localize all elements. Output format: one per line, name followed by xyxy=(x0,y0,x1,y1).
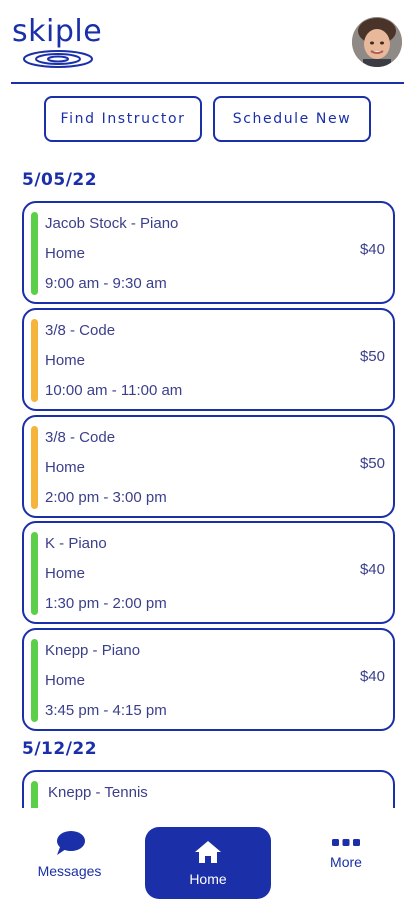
app-header: skiple xyxy=(0,0,415,84)
lesson-card[interactable]: Jacob Stock - Piano Home 9:00 am - 9:30 … xyxy=(22,201,395,304)
date-heading: 5/12/22 xyxy=(22,739,98,759)
avatar-image xyxy=(352,17,402,67)
lesson-location: Home xyxy=(45,245,86,262)
user-avatar[interactable] xyxy=(352,17,402,67)
chat-bubble-icon xyxy=(56,831,85,855)
status-indicator xyxy=(31,532,38,615)
lesson-location: Home xyxy=(45,565,86,582)
lesson-price: $40 xyxy=(359,241,385,258)
lesson-card[interactable]: 3/8 - Code Home 10:00 am - 11:00 am $50 xyxy=(22,308,395,411)
nav-home-label: Home xyxy=(189,871,227,887)
lesson-title: Knepp - Piano xyxy=(45,642,141,659)
lesson-time: 3:45 pm - 4:15 pm xyxy=(45,702,167,719)
lesson-title: 3/8 - Code xyxy=(45,429,116,446)
lesson-price: $50 xyxy=(359,455,385,472)
status-indicator xyxy=(31,426,38,509)
lesson-price: $40 xyxy=(359,668,385,685)
house-icon xyxy=(195,841,221,863)
lesson-time: 10:00 am - 11:00 am xyxy=(45,382,183,399)
skiple-logo[interactable]: skiple xyxy=(12,14,102,70)
lesson-location: Home xyxy=(45,352,86,369)
header-divider xyxy=(11,82,404,84)
logo-text: skiple xyxy=(12,14,103,49)
lesson-card[interactable]: 3/8 - Code Home 2:00 pm - 3:00 pm $50 xyxy=(22,415,395,518)
lesson-card[interactable]: Knepp - Piano Home 3:45 pm - 4:15 pm $40 xyxy=(22,628,395,731)
lesson-title: Jacob Stock - Piano xyxy=(45,215,179,232)
nav-more[interactable]: More xyxy=(300,808,392,900)
status-indicator xyxy=(31,319,38,402)
status-indicator xyxy=(31,639,38,722)
date-heading: 5/05/22 xyxy=(22,170,98,190)
bottom-navigation: Messages Home More xyxy=(0,808,415,900)
ellipsis-icon xyxy=(332,839,360,846)
lesson-location: Home xyxy=(45,459,86,476)
lesson-price: $40 xyxy=(359,561,385,578)
lesson-title: 3/8 - Code xyxy=(45,322,116,339)
status-indicator xyxy=(31,212,38,295)
lesson-price: $50 xyxy=(359,348,385,365)
schedule-new-button[interactable]: Schedule New xyxy=(213,96,371,142)
nav-more-label: More xyxy=(330,854,362,870)
find-instructor-button[interactable]: Find Instructor xyxy=(44,96,202,142)
lesson-card[interactable]: K - Piano Home 1:30 pm - 2:00 pm $40 xyxy=(22,521,395,624)
lesson-time: 2:00 pm - 3:00 pm xyxy=(45,489,167,506)
lesson-time: 1:30 pm - 2:00 pm xyxy=(45,595,167,612)
nav-home[interactable]: Home xyxy=(145,827,271,899)
nav-messages-label: Messages xyxy=(37,863,102,879)
lesson-location: Home xyxy=(45,672,86,689)
lesson-title: K - Piano xyxy=(45,535,107,552)
ripple-icon xyxy=(23,50,93,68)
nav-messages[interactable]: Messages xyxy=(22,808,117,900)
lesson-title: Knepp - Tennis xyxy=(48,784,148,801)
lesson-time: 9:00 am - 9:30 am xyxy=(45,275,167,292)
